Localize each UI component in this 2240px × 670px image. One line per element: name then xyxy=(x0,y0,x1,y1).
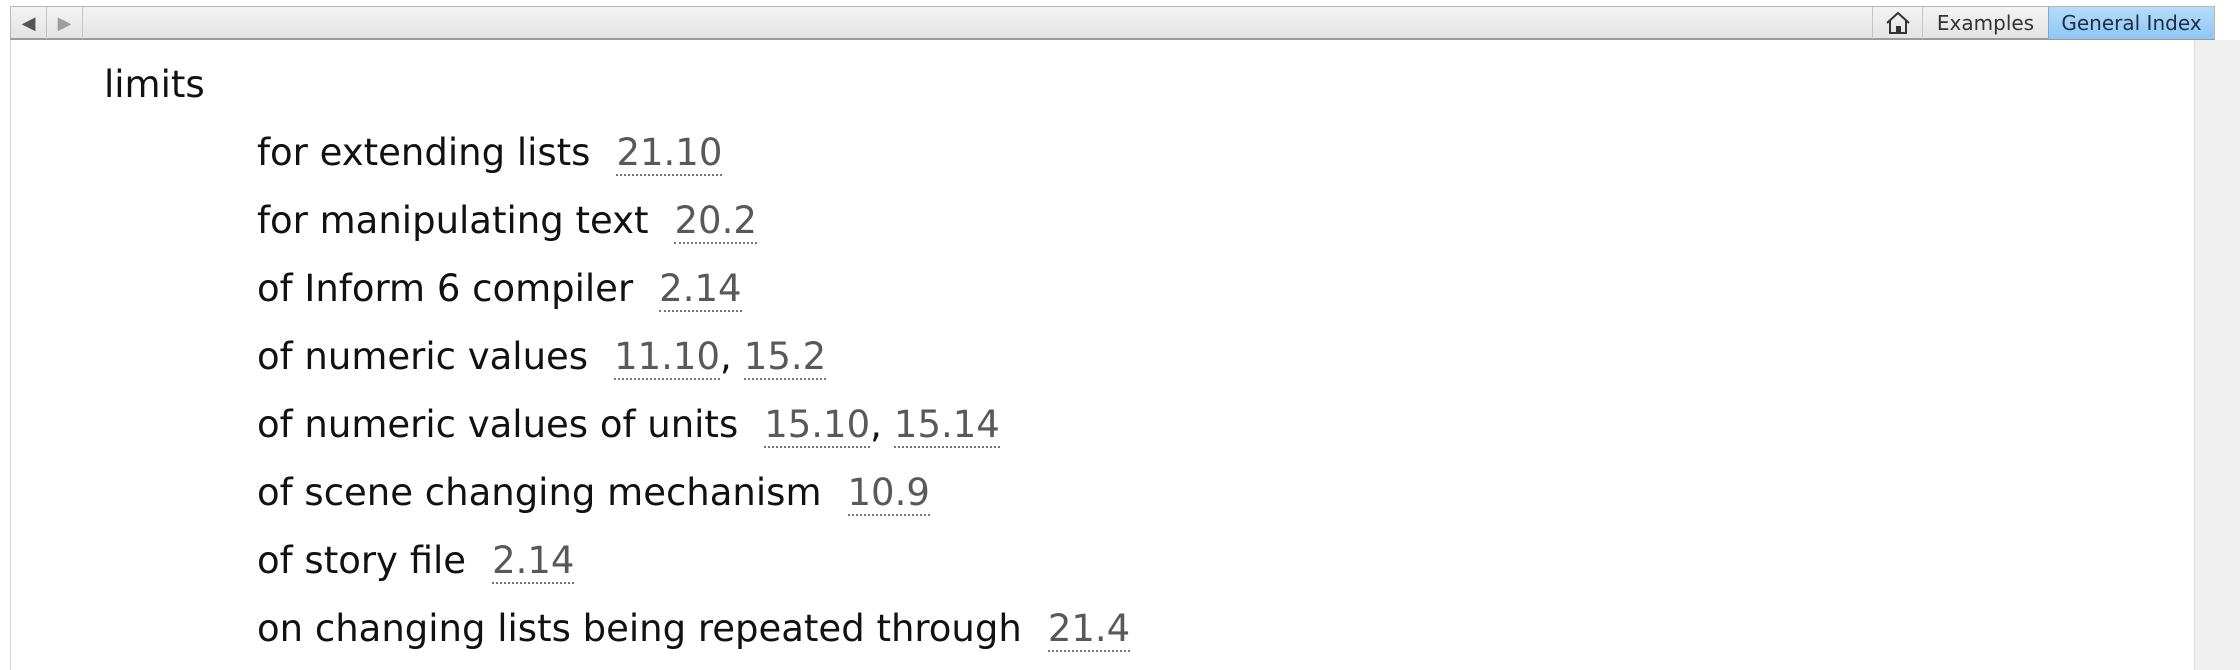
right-scroll-rail[interactable] xyxy=(2194,40,2240,670)
tab-general-index[interactable]: General Index xyxy=(2048,7,2214,39)
index-entry: of numeric values 11.10, 15.2 xyxy=(257,335,827,380)
index-entry-label: for extending lists xyxy=(257,131,591,174)
back-arrow-icon: ◀ xyxy=(21,12,36,34)
tab-examples-label: Examples xyxy=(1936,11,2035,35)
index-entry-reference-link[interactable]: 21.10 xyxy=(616,131,723,176)
index-entry-reference-link[interactable]: 2.14 xyxy=(659,267,742,312)
index-entry-reference-link[interactable]: 11.10 xyxy=(614,335,721,380)
index-entry-reference-link[interactable]: 21.4 xyxy=(1047,607,1131,652)
index-entry-reference-link[interactable]: 15.2 xyxy=(743,335,827,380)
index-entry-reference-link[interactable]: 2.14 xyxy=(492,539,575,584)
index-entry: of Inform 6 compiler 2.14 xyxy=(257,267,742,312)
home-icon xyxy=(1885,11,1910,34)
reference-separator: , xyxy=(720,335,732,378)
toolbar-tabs: Examples General Index xyxy=(1872,7,2214,39)
tab-examples[interactable]: Examples xyxy=(1922,7,2048,39)
index-entry-reference-link[interactable]: 15.10 xyxy=(764,403,871,448)
home-button[interactable] xyxy=(1872,7,1922,39)
index-entry-label: of Inform 6 compiler xyxy=(257,267,634,310)
back-button[interactable]: ◀ xyxy=(11,7,47,39)
index-entry-reference-link[interactable]: 10.9 xyxy=(847,471,930,516)
index-entry-label: of story file xyxy=(257,539,467,582)
index-entry: for manipulating text 20.2 xyxy=(257,199,757,244)
index-entry: of numeric values of units 15.10, 15.14 xyxy=(257,403,1000,448)
reference-separator: , xyxy=(870,403,882,446)
toolbar: ◀ ▶ Examples General Index xyxy=(10,6,2215,40)
index-entry: on changing lists being repeated through… xyxy=(257,607,1131,652)
index-entry-label: for manipulating text xyxy=(257,199,649,242)
index-entry-label: of numeric values of units xyxy=(257,403,739,446)
index-entry-label: of numeric values xyxy=(257,335,589,378)
page-left-border xyxy=(10,40,11,670)
index-entry-label: on changing lists being repeated through xyxy=(257,607,1022,650)
index-entry-reference-link[interactable]: 20.2 xyxy=(674,199,757,244)
index-entry: of story file 2.14 xyxy=(257,539,575,584)
index-heading: limits xyxy=(104,63,205,106)
tab-general-index-label: General Index xyxy=(2061,11,2202,35)
index-entry: for extending lists 21.10 xyxy=(257,131,723,176)
index-entry-reference-link[interactable]: 15.14 xyxy=(893,403,1000,448)
index-entry: of scene changing mechanism 10.9 xyxy=(257,471,930,516)
index-entry-label: of scene changing mechanism xyxy=(257,471,822,514)
forward-arrow-icon: ▶ xyxy=(57,12,72,34)
forward-button[interactable]: ▶ xyxy=(47,7,83,39)
